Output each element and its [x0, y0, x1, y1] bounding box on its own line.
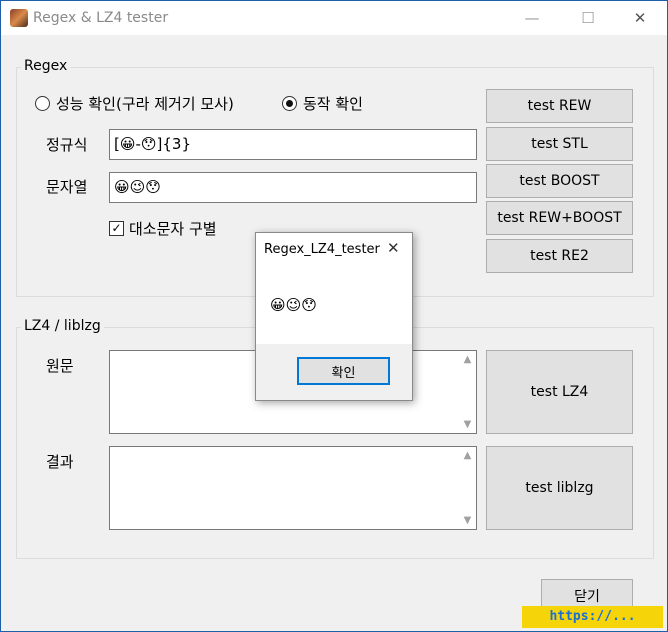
radio-action-check[interactable]: 동작 확인 — [282, 93, 363, 114]
test-stl-button[interactable]: test STL — [486, 127, 633, 161]
test-rew-button[interactable]: test REW — [486, 89, 633, 123]
pattern-label: 정규식 — [46, 136, 88, 154]
string-input[interactable]: 😀😉😯 — [109, 172, 477, 203]
radio-perf-label: 성능 확인(구라 제거기 모사) — [56, 95, 234, 113]
string-label: 문자열 — [46, 178, 88, 196]
message-dialog: Regex_LZ4_tester ✕ 😀😉😯 확인 — [255, 232, 413, 401]
app-icon — [10, 9, 28, 27]
radio-action-indicator[interactable] — [282, 96, 297, 111]
app-window: Regex & LZ4 tester — ☐ ✕ Regex 성능 확인(구라 … — [0, 0, 668, 632]
test-re2-button[interactable]: test RE2 — [486, 239, 633, 273]
dialog-close-icon[interactable]: ✕ — [387, 239, 400, 257]
test-boost-button[interactable]: test BOOST — [486, 164, 633, 198]
window-title: Regex & LZ4 tester — [33, 10, 169, 26]
regex-group-label: Regex — [21, 58, 71, 74]
case-sensitive-checkbox[interactable]: ✓ 대소문자 구별 — [109, 218, 217, 239]
scroll-down-icon[interactable]: ▼ — [459, 416, 476, 433]
radio-perf-check[interactable]: 성능 확인(구라 제거기 모사) — [35, 93, 234, 114]
scroll-up-icon[interactable]: ▲ — [459, 351, 476, 368]
scroll-down-icon[interactable]: ▼ — [459, 512, 476, 529]
test-liblzg-button[interactable]: test liblzg — [486, 446, 633, 530]
radio-action-label: 동작 확인 — [303, 95, 363, 113]
source-scrollbar[interactable]: ▲ ▼ — [459, 351, 476, 433]
result-scrollbar[interactable]: ▲ ▼ — [459, 447, 476, 529]
minimize-icon[interactable]: — — [509, 1, 555, 35]
pattern-input[interactable]: [😀-😯]{3} — [109, 129, 477, 160]
dialog-ok-button[interactable]: 확인 — [297, 357, 390, 385]
watermark: https://... — [522, 606, 663, 628]
radio-perf-indicator[interactable] — [35, 96, 50, 111]
case-sensitive-label: 대소문자 구별 — [129, 220, 217, 238]
maximize-icon[interactable]: ☐ — [565, 1, 611, 35]
checkbox-check-icon[interactable]: ✓ — [109, 221, 124, 236]
test-rew-boost-button[interactable]: test REW+BOOST — [486, 201, 633, 235]
dialog-footer: 확인 — [256, 344, 412, 400]
dialog-title: Regex_LZ4_tester — [264, 242, 380, 257]
lz4-group-label: LZ4 / liblzg — [21, 318, 104, 334]
result-label: 결과 — [46, 453, 74, 471]
result-textarea[interactable]: ▲ ▼ — [109, 446, 477, 530]
dialog-message: 😀😉😯 — [270, 296, 317, 314]
source-label: 원문 — [46, 357, 74, 375]
scroll-up-icon[interactable]: ▲ — [459, 447, 476, 464]
title-bar[interactable]: Regex & LZ4 tester — ☐ ✕ — [1, 1, 667, 35]
test-lz4-button[interactable]: test LZ4 — [486, 350, 633, 434]
close-icon[interactable]: ✕ — [617, 1, 663, 35]
